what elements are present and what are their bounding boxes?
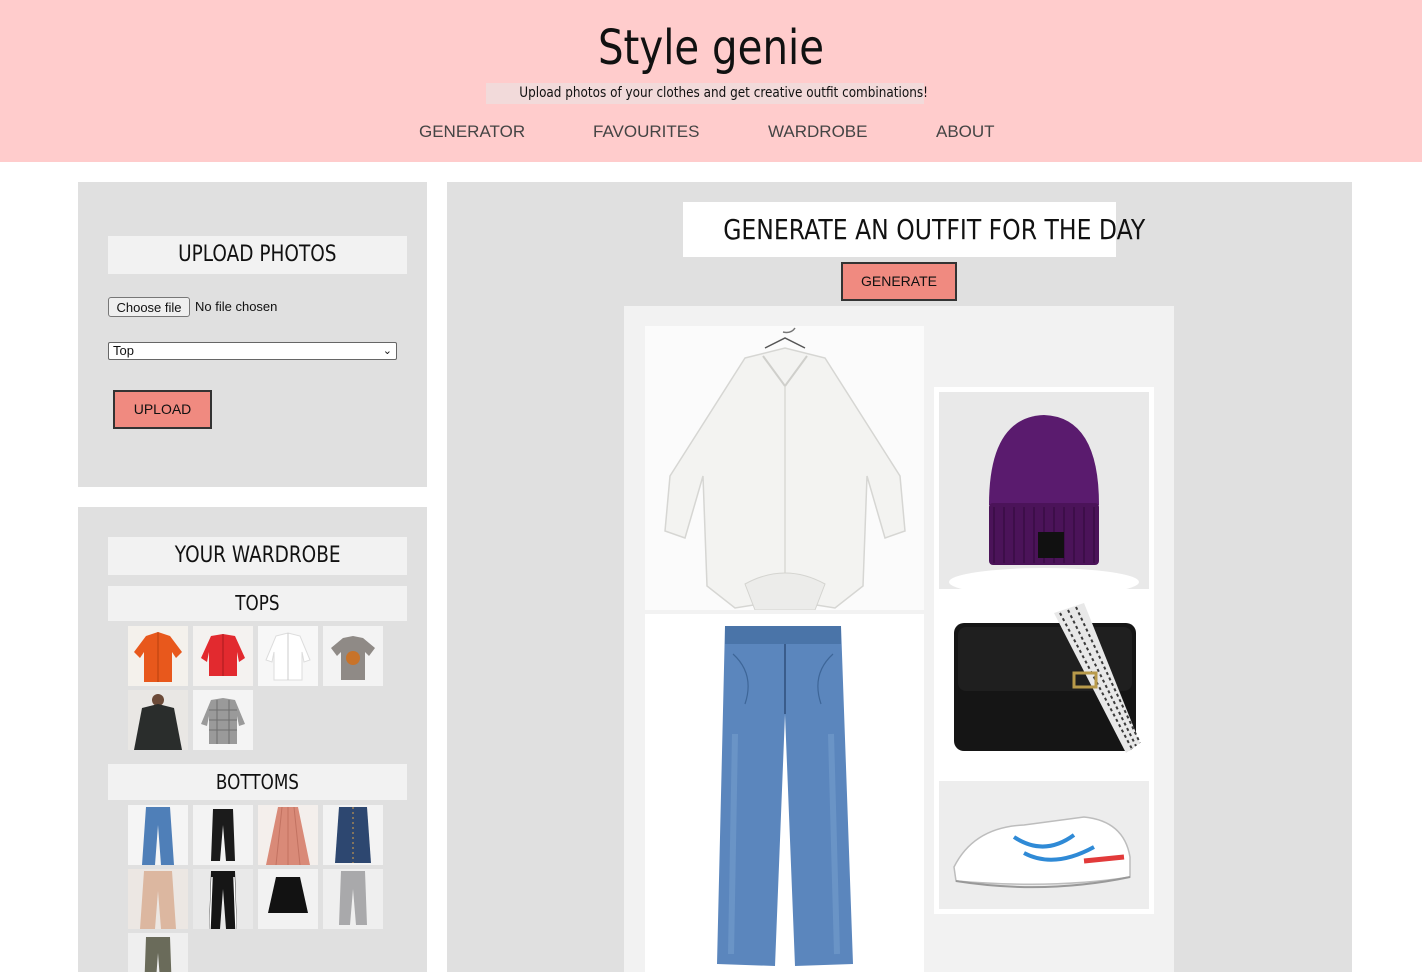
outfit-item-bottom[interactable]: [645, 614, 924, 972]
category-select[interactable]: Top ⌄: [108, 342, 397, 360]
wardrobe-item-top[interactable]: [193, 626, 253, 686]
file-status: No file chosen: [195, 299, 278, 314]
outfit-item-top[interactable]: [645, 326, 924, 610]
wardrobe-item-bottom[interactable]: [128, 805, 188, 865]
tagline: Upload photos of your clothes and get cr…: [486, 83, 928, 104]
wardrobe-item-bottom[interactable]: [258, 805, 318, 865]
outfit-item-bag[interactable]: [934, 593, 1154, 777]
generator-title: GENERATE AN OUTFIT FOR THE DAY: [683, 202, 1145, 257]
nav-about[interactable]: ABOUT: [936, 121, 995, 143]
site-header: Style genie Upload photos of your clothe…: [0, 0, 1422, 162]
site-title: Style genie: [597, 20, 825, 76]
wardrobe-item-bottom[interactable]: [128, 933, 188, 972]
wardrobe-item-top[interactable]: [258, 626, 318, 686]
wardrobe-title: YOUR WARDROBE: [108, 537, 407, 575]
wardrobe-item-bottom[interactable]: [323, 805, 383, 865]
wardrobe-item-top[interactable]: [128, 690, 188, 750]
choose-file-button[interactable]: Choose file: [108, 297, 190, 317]
outfit-item-accessory[interactable]: [934, 387, 1154, 593]
nav-favourites[interactable]: FAVOURITES: [593, 121, 699, 143]
tops-title: TOPS: [108, 586, 407, 621]
upload-title: UPLOAD PHOTOS: [108, 236, 407, 274]
wardrobe-item-bottom[interactable]: [323, 869, 383, 929]
wardrobe-item-bottom[interactable]: [258, 869, 318, 929]
main-nav: GENERATOR FAVOURITES WARDROBE ABOUT: [0, 121, 1422, 145]
nav-wardrobe[interactable]: WARDROBE: [768, 121, 868, 143]
wardrobe-item-bottom[interactable]: [193, 805, 253, 865]
nav-generator[interactable]: GENERATOR: [419, 121, 525, 143]
chevron-down-icon: ⌄: [382, 345, 392, 357]
wardrobe-item-top[interactable]: [128, 626, 188, 686]
wardrobe-item-top[interactable]: [193, 690, 253, 750]
upload-button[interactable]: UPLOAD: [113, 390, 212, 429]
generate-button[interactable]: GENERATE: [841, 262, 957, 301]
wardrobe-item-bottom[interactable]: [128, 869, 188, 929]
wardrobe-item-bottom[interactable]: [193, 869, 253, 929]
outfit-item-shoes[interactable]: [934, 777, 1154, 914]
wardrobe-item-top[interactable]: [323, 626, 383, 686]
category-select-value: Top: [113, 343, 134, 358]
upload-panel: [78, 182, 427, 487]
bottoms-title: BOTTOMS: [108, 764, 407, 800]
